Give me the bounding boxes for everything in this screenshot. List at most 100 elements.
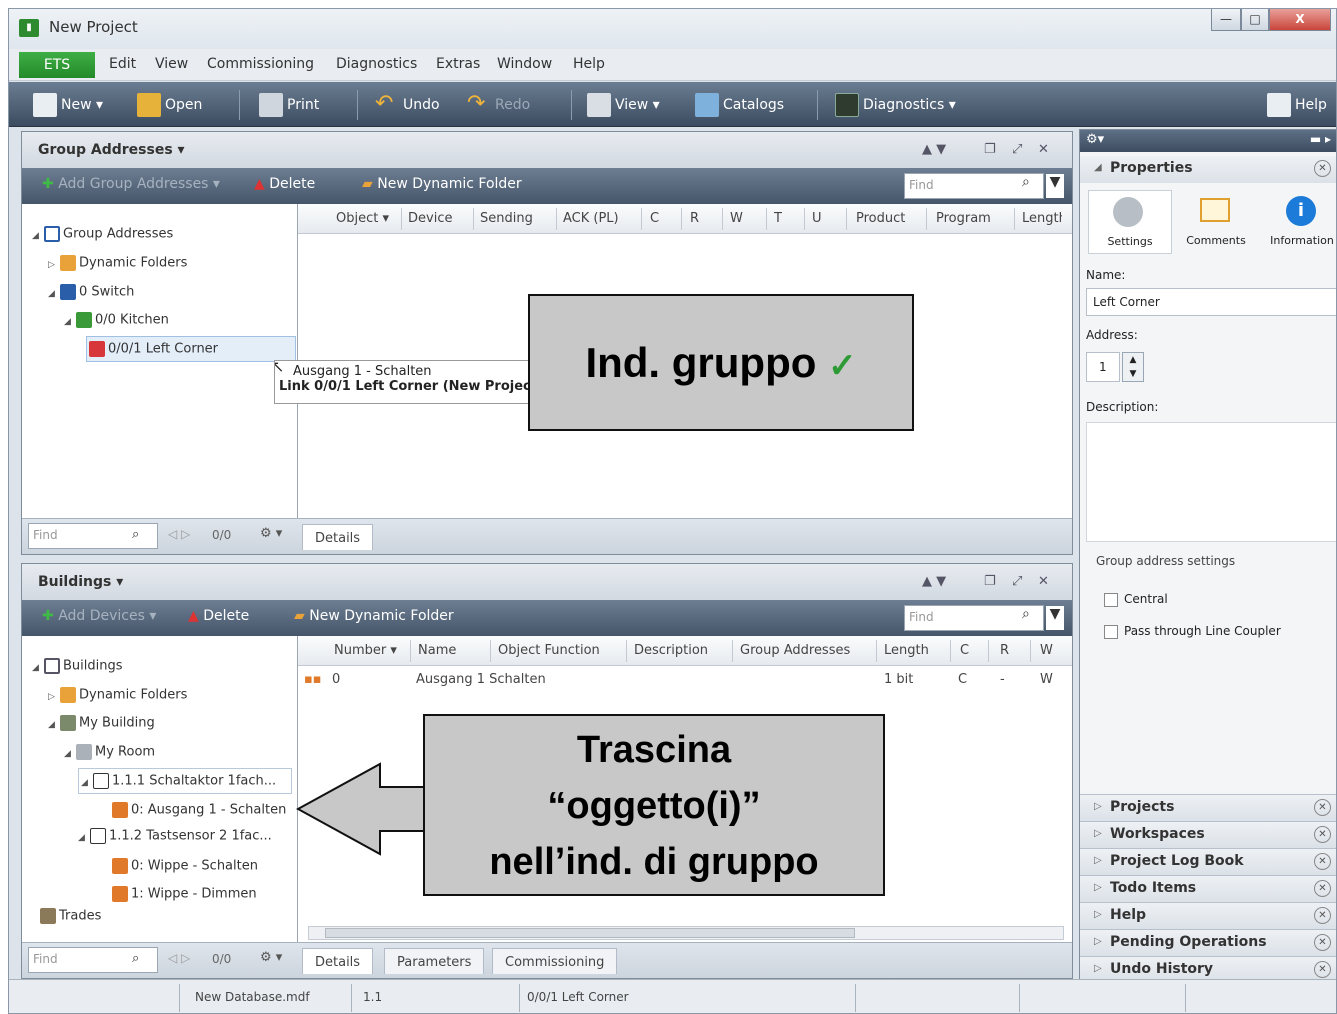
close-section-icon[interactable]: ✕ bbox=[1314, 907, 1331, 924]
menu-window[interactable]: Window bbox=[497, 56, 552, 72]
add-group-addresses-button[interactable]: ✚ Add Group Addresses ▾ bbox=[42, 176, 220, 192]
address-field[interactable]: 1 bbox=[1086, 352, 1120, 382]
accordion-pending-operations[interactable]: ▷ Pending Operations ✕ bbox=[1080, 929, 1336, 956]
panel-nav-arrows-icon[interactable]: ▲ ▼ bbox=[922, 142, 946, 157]
col-group-addresses[interactable]: Group Addresses bbox=[740, 643, 850, 658]
col-object[interactable]: Object ▾ bbox=[336, 211, 389, 226]
col-sending[interactable]: Sending bbox=[480, 211, 533, 226]
central-checkbox[interactable]: Central bbox=[1104, 592, 1168, 607]
col-name[interactable]: Name bbox=[418, 643, 456, 658]
description-field[interactable] bbox=[1086, 422, 1336, 542]
tree-item-object-wippe-schalten[interactable]: 0: Wippe - Schalten bbox=[112, 858, 258, 874]
undo-button[interactable]: ↶ Undo bbox=[375, 93, 440, 117]
properties-header[interactable]: ◢ Properties ✕ bbox=[1080, 156, 1336, 183]
tab-details[interactable]: Details bbox=[302, 524, 374, 550]
search-icon[interactable]: ⌕ bbox=[1022, 606, 1030, 622]
tab-parameters[interactable]: Parameters bbox=[384, 948, 485, 974]
sidebar-gear-icon[interactable]: ⚙▾ bbox=[1086, 132, 1104, 147]
tree-item-device-tastsensor[interactable]: ◢ 1.1.2 Tastsensor 2 1fac... bbox=[78, 828, 272, 844]
menu-extras[interactable]: Extras bbox=[436, 56, 480, 72]
new-dynamic-folder-button[interactable]: ▰ New Dynamic Folder bbox=[362, 176, 522, 192]
close-section-icon[interactable]: ✕ bbox=[1314, 961, 1331, 978]
tab-details[interactable]: Details bbox=[302, 948, 374, 974]
redo-button[interactable]: ↷ Redo bbox=[467, 93, 530, 117]
scrollbar-thumb[interactable] bbox=[325, 928, 855, 938]
delete-button[interactable]: ▲ Delete bbox=[254, 176, 315, 192]
col-product[interactable]: Product bbox=[856, 211, 905, 226]
tree-item-buildings[interactable]: ◢ Buildings bbox=[32, 658, 123, 674]
tab-comments[interactable]: Comments bbox=[1174, 190, 1258, 254]
col-u[interactable]: U bbox=[812, 211, 822, 226]
catalogs-button[interactable]: Catalogs bbox=[695, 93, 784, 117]
col-ack[interactable]: ACK (PL) bbox=[563, 211, 619, 226]
accordion-todo-items[interactable]: ▷ Todo Items ✕ bbox=[1080, 875, 1336, 902]
close-section-icon[interactable]: ✕ bbox=[1314, 826, 1331, 843]
col-description[interactable]: Description bbox=[634, 643, 708, 658]
close-panel-icon[interactable]: ✕ bbox=[1038, 142, 1049, 157]
tree-prev-next-icon[interactable]: ◁ ▷ bbox=[168, 951, 190, 965]
help-button[interactable]: Help bbox=[1267, 93, 1327, 117]
address-stepper-icon[interactable]: ▲ ▼ bbox=[1122, 352, 1144, 382]
filter-icon[interactable]: ▼ bbox=[1046, 606, 1064, 630]
tree-item-object-ausgang[interactable]: 0: Ausgang 1 - Schalten bbox=[112, 802, 286, 818]
tab-settings[interactable]: Settings bbox=[1088, 190, 1172, 254]
close-section-icon[interactable]: ✕ bbox=[1314, 880, 1331, 897]
col-c[interactable]: C bbox=[960, 643, 969, 658]
menu-commissioning[interactable]: Commissioning bbox=[207, 56, 314, 72]
close-section-icon[interactable]: ✕ bbox=[1314, 160, 1331, 177]
tab-commissioning[interactable]: Commissioning bbox=[492, 948, 618, 974]
close-panel-icon[interactable]: ✕ bbox=[1038, 574, 1049, 589]
col-r[interactable]: R bbox=[1000, 643, 1009, 658]
menu-edit[interactable]: Edit bbox=[109, 56, 136, 72]
pass-through-checkbox[interactable]: Pass through Line Coupler bbox=[1104, 624, 1281, 639]
delete-button[interactable]: ▲ Delete bbox=[188, 608, 249, 624]
tree-settings-gear-icon[interactable]: ⚙ ▾ bbox=[260, 950, 282, 965]
tree-item-dynamic-folders[interactable]: ▷ Dynamic Folders bbox=[48, 255, 187, 271]
tree-item-left-corner[interactable]: 0/0/1 Left Corner bbox=[86, 336, 296, 362]
panel-nav-arrows-icon[interactable]: ▲ ▼ bbox=[922, 574, 946, 589]
col-c[interactable]: C bbox=[650, 211, 659, 226]
tree-item-my-building[interactable]: ◢ My Building bbox=[48, 715, 155, 731]
tree-search-icon[interactable]: ⌕ bbox=[132, 951, 139, 966]
tree-item-device-schaltaktor[interactable]: ◢ 1.1.1 Schaltaktor 1fach... bbox=[78, 768, 292, 794]
minimize-button[interactable]: — bbox=[1211, 9, 1241, 31]
col-r[interactable]: R bbox=[690, 211, 699, 226]
maximize-panel-icon[interactable]: ⤢ bbox=[1012, 142, 1022, 157]
print-button[interactable]: Print bbox=[259, 93, 319, 117]
float-window-icon[interactable]: ❐ bbox=[984, 142, 996, 157]
diagnostics-button[interactable]: Diagnostics ▾ bbox=[835, 93, 956, 117]
group-panel-title[interactable]: Group Addresses ▾ bbox=[38, 142, 185, 158]
maximize-panel-icon[interactable]: ⤢ bbox=[1012, 574, 1022, 589]
tree-item-trades[interactable]: Trades bbox=[40, 908, 101, 924]
add-devices-button[interactable]: ✚ Add Devices ▾ bbox=[42, 608, 156, 624]
ets-menu-button[interactable]: ETS bbox=[19, 52, 95, 78]
tree-search-icon[interactable]: ⌕ bbox=[132, 527, 139, 542]
menu-help[interactable]: Help bbox=[573, 56, 605, 72]
table-row[interactable]: ▪▪ 0 Ausgang 1 Schalten 1 bit C - W bbox=[298, 668, 1072, 692]
new-button[interactable]: New ▾ bbox=[33, 93, 103, 117]
col-w[interactable]: W bbox=[730, 211, 743, 226]
col-program[interactable]: Program bbox=[936, 211, 991, 226]
buildings-panel-title[interactable]: Buildings ▾ bbox=[38, 574, 123, 590]
tree-item-group-addresses[interactable]: ◢ Group Addresses bbox=[32, 226, 173, 242]
filter-icon[interactable]: ▼ bbox=[1046, 174, 1064, 198]
close-section-icon[interactable]: ✕ bbox=[1314, 853, 1331, 870]
menu-diagnostics[interactable]: Diagnostics bbox=[336, 56, 417, 72]
accordion-help[interactable]: ▷ Help ✕ bbox=[1080, 902, 1336, 929]
float-window-icon[interactable]: ❐ bbox=[984, 574, 996, 589]
tab-information[interactable]: i Information bbox=[1260, 190, 1336, 254]
col-device[interactable]: Device bbox=[408, 211, 452, 226]
sidebar-pin-icon[interactable]: ▬ ▸ bbox=[1310, 132, 1331, 146]
accordion-project-log-book[interactable]: ▷ Project Log Book ✕ bbox=[1080, 848, 1336, 875]
menu-view[interactable]: View bbox=[155, 56, 188, 72]
open-button[interactable]: Open bbox=[137, 93, 202, 117]
new-dynamic-folder-button[interactable]: ▰ New Dynamic Folder bbox=[294, 608, 454, 624]
col-t[interactable]: T bbox=[774, 211, 782, 226]
tree-item-object-wippe-dimmen[interactable]: 1: Wippe - Dimmen bbox=[112, 886, 257, 902]
col-w[interactable]: W bbox=[1040, 643, 1053, 658]
tree-item-switch[interactable]: ◢ 0 Switch bbox=[48, 284, 134, 300]
col-number[interactable]: Number ▾ bbox=[334, 643, 397, 658]
close-section-icon[interactable]: ✕ bbox=[1314, 934, 1331, 951]
maximize-button[interactable]: □ bbox=[1241, 9, 1269, 31]
search-icon[interactable]: ⌕ bbox=[1022, 174, 1030, 190]
